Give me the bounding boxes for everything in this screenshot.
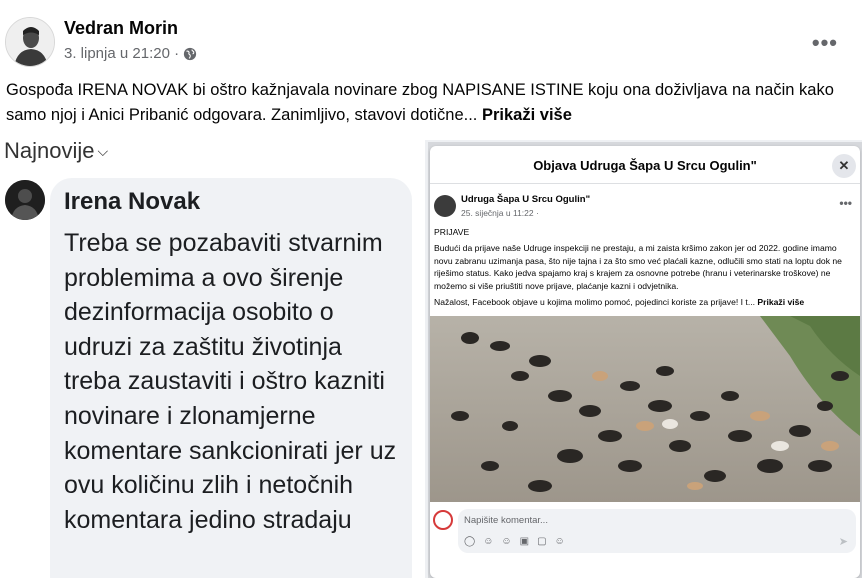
dogs-photo-image bbox=[430, 316, 860, 502]
post-header: Vedran Morin 3. lipnja u 21:20 · ••• bbox=[0, 0, 862, 74]
page-avatar bbox=[434, 195, 456, 217]
comment-bubble: Irena Novak Treba se pozabaviti stvarnim… bbox=[50, 178, 412, 578]
modal-title: Objava Udruga Šapa U Srcu Ogulin" bbox=[533, 158, 757, 173]
page-date: 25. siječnja u 11:22 · bbox=[461, 208, 539, 218]
post-image[interactable]: Najnovije ⌵ Irena Novak Treba se pozabav… bbox=[0, 140, 862, 578]
emoji-icon: ☺ bbox=[501, 536, 512, 547]
inner-label: PRIJAVE bbox=[434, 227, 470, 237]
sticker-icon: ◯ bbox=[464, 536, 476, 547]
gif-icon: ▢ bbox=[537, 536, 547, 547]
inner-see-more: Prikaži više bbox=[757, 297, 805, 308]
modal-divider bbox=[430, 183, 860, 184]
comment-placeholder: Napišite komentar... bbox=[464, 515, 548, 526]
post-meta: 3. lipnja u 21:20 · bbox=[64, 45, 197, 62]
post-body: Gospođa IRENA NOVAK bi oštro kažnjavala … bbox=[6, 81, 834, 124]
close-icon: ✕ bbox=[832, 154, 856, 178]
avatar-portrait bbox=[6, 18, 54, 66]
post-modal: Objava Udruga Šapa U Srcu Ogulin" ✕ Udru… bbox=[430, 146, 860, 578]
inner-paragraph-2-text: Nažalost, Facebook objave u kojima molim… bbox=[434, 297, 758, 308]
composer-icons: ◯ ☺ ☺ ▣ ▢ ☺ bbox=[464, 536, 565, 547]
modal-screenshot: Objava Udruga Šapa U Srcu Ogulin" ✕ Udru… bbox=[428, 142, 862, 578]
post-text: Gospođa IRENA NOVAK bi oštro kažnjavala … bbox=[6, 78, 851, 128]
more-options-icon: ••• bbox=[839, 196, 852, 210]
comment-sort: Najnovije ⌵ bbox=[4, 140, 108, 164]
author-avatar[interactable] bbox=[5, 17, 55, 67]
camera-icon: ▣ bbox=[519, 536, 530, 547]
comment-text: Treba se pozabaviti stvarnim problemima … bbox=[64, 229, 397, 534]
see-more-link[interactable]: Prikaži više bbox=[482, 106, 572, 124]
sticker-face-icon: ☺ bbox=[554, 536, 565, 547]
globe-icon bbox=[183, 47, 197, 60]
commenter-avatar-image bbox=[5, 180, 45, 220]
avatar-sticker-icon: ☺ bbox=[483, 536, 494, 547]
inner-post-text: PRIJAVE Budući da prijave naše Udruge in… bbox=[434, 226, 854, 312]
inner-paragraph-1: Budući da prijave naše Udruge inspekciji… bbox=[434, 243, 842, 291]
comment-input-box: Napišite komentar... ◯ ☺ ☺ ▣ ▢ ☺ ➤ bbox=[458, 509, 856, 553]
comment-screenshot: Najnovije ⌵ Irena Novak Treba se pozabav… bbox=[0, 140, 425, 578]
dogs-photo bbox=[430, 316, 860, 502]
post-date[interactable]: 3. lipnja u 21:20 · bbox=[64, 45, 179, 62]
inner-paragraph-2: Nažalost, Facebook objave u kojima molim… bbox=[434, 296, 854, 308]
composer-avatar bbox=[433, 510, 453, 530]
page-name: Udruga Šapa U Srcu Ogulin" bbox=[461, 194, 591, 205]
comment-composer: Napišite komentar... ◯ ☺ ☺ ▣ ▢ ☺ ➤ bbox=[430, 504, 860, 578]
more-options-icon[interactable]: ••• bbox=[812, 30, 838, 56]
author-name[interactable]: Vedran Morin bbox=[64, 18, 178, 39]
commenter-name: Irena Novak bbox=[64, 188, 201, 215]
commenter-avatar bbox=[5, 180, 45, 220]
sort-label: Najnovije bbox=[4, 140, 95, 163]
chevron-down-icon: ⌵ bbox=[97, 142, 109, 159]
send-icon: ➤ bbox=[838, 536, 848, 548]
